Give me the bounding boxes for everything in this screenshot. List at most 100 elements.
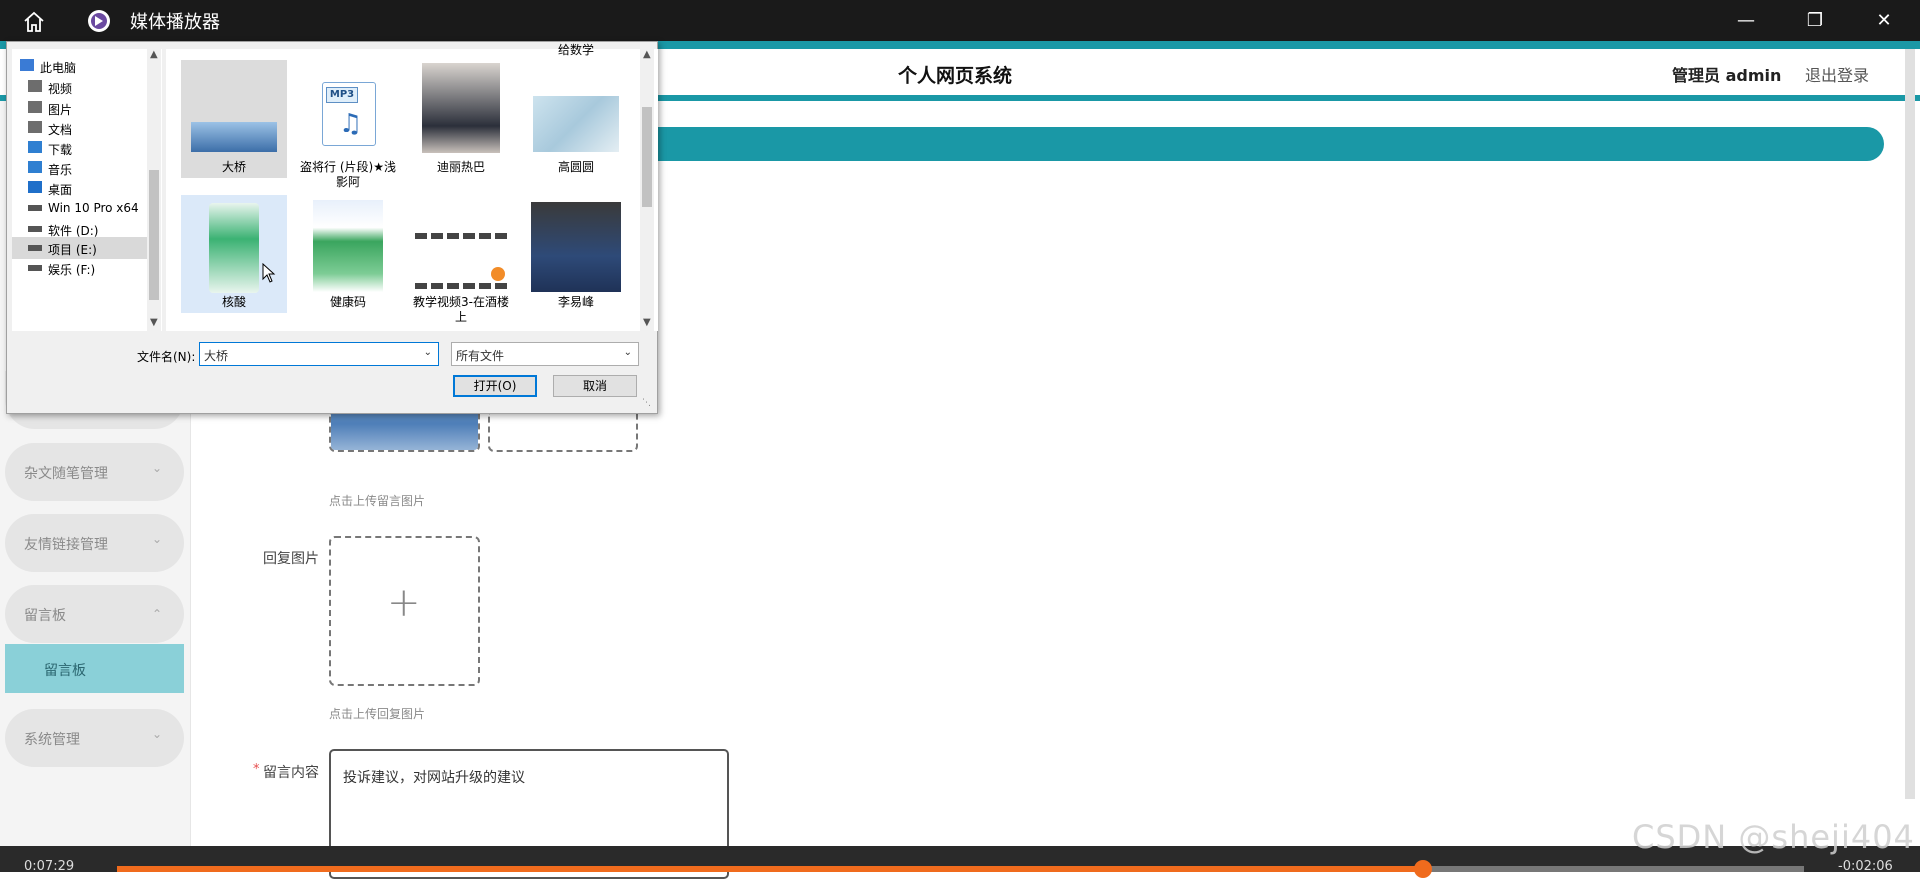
video-folder-icon bbox=[28, 80, 42, 92]
file-name: 健康码 bbox=[329, 295, 366, 309]
restore-button[interactable]: ❐ bbox=[1800, 8, 1830, 34]
close-button[interactable]: ✕ bbox=[1869, 8, 1899, 34]
filename-input[interactable]: 大桥 ⌄ bbox=[199, 342, 439, 366]
music-note-icon: ♫ bbox=[339, 109, 363, 139]
drive-icon bbox=[28, 226, 42, 232]
nav-item[interactable]: 视频 bbox=[12, 76, 152, 98]
file-name: 李易峰 bbox=[557, 295, 594, 309]
file-name: 迪丽热巴 bbox=[436, 160, 485, 174]
nav-item[interactable]: 桌面 bbox=[12, 177, 152, 199]
submenu-item-messages[interactable]: 留言板 bbox=[5, 644, 184, 693]
nav-scroll-thumb[interactable] bbox=[149, 170, 159, 300]
music-icon bbox=[28, 161, 42, 173]
nav-item[interactable]: 娱乐 (F:) bbox=[12, 257, 152, 279]
nav-item[interactable]: 项目 (E:) bbox=[12, 237, 152, 259]
files-scrollbar[interactable]: ▲ ▼ bbox=[640, 49, 654, 331]
cancel-button[interactable]: 取消 bbox=[553, 375, 637, 397]
download-icon bbox=[28, 141, 42, 153]
resize-grip-icon[interactable]: ⋱ bbox=[642, 398, 651, 408]
chevron-up-icon: ⌃ bbox=[151, 607, 162, 621]
file-name: 大桥 bbox=[221, 160, 246, 174]
file-tile-teaching-video[interactable]: 教学视频3-在酒楼上 bbox=[408, 195, 514, 330]
documents-folder-icon bbox=[28, 121, 42, 133]
file-name: 盗将行 (片段)★浅影阿 bbox=[300, 160, 396, 189]
logout-link[interactable]: 退出登录 bbox=[1805, 62, 1869, 86]
home-icon[interactable] bbox=[22, 10, 46, 34]
menu-item-system[interactable]: 系统管理 ⌄ bbox=[5, 709, 184, 767]
watermark: CSDN @sheji404 bbox=[1632, 818, 1915, 856]
filetype-select[interactable]: 所有文件 ⌄ bbox=[451, 342, 639, 366]
upload-hint: 点击上传留言图片 bbox=[329, 494, 426, 508]
scroll-up-icon[interactable]: ▲ bbox=[643, 49, 651, 60]
file-tile-bridge[interactable]: 大桥 bbox=[181, 60, 287, 178]
nav-item-label: 项目 (E:) bbox=[48, 243, 97, 257]
nav-item-label: 图片 bbox=[48, 103, 73, 117]
image-thumbnail bbox=[533, 96, 619, 152]
file-caption-partial: 给数学 bbox=[558, 43, 595, 57]
site-title: 个人网页系统 bbox=[898, 65, 1013, 87]
chevron-down-icon: ⌄ bbox=[151, 727, 162, 741]
chevron-down-icon: ⌄ bbox=[151, 532, 162, 546]
progress-played[interactable] bbox=[117, 866, 1424, 872]
nav-scrollbar[interactable]: ▲ ▼ bbox=[147, 49, 161, 331]
nav-item-label: 下载 bbox=[48, 143, 73, 157]
menu-label: 友情链接管理 bbox=[24, 537, 108, 553]
file-name: 核酸 bbox=[221, 295, 246, 309]
desktop-icon bbox=[28, 181, 42, 193]
scroll-up-icon[interactable]: ▲ bbox=[150, 49, 158, 60]
nav-item-label: 此电脑 bbox=[40, 61, 77, 75]
nav-item[interactable]: 音乐 bbox=[12, 157, 152, 179]
uploaded-image-preview[interactable] bbox=[329, 412, 480, 452]
image-thumbnail bbox=[313, 200, 383, 292]
progress-remaining[interactable] bbox=[1424, 866, 1804, 872]
progress-handle[interactable] bbox=[1414, 860, 1432, 878]
upload-reply-image-box[interactable]: + bbox=[329, 536, 480, 686]
scroll-down-icon[interactable]: ▼ bbox=[643, 317, 651, 328]
reply-image-label: 回复图片 bbox=[263, 551, 319, 567]
drive-icon bbox=[28, 245, 42, 251]
menu-item-links[interactable]: 友情链接管理 ⌄ bbox=[5, 514, 184, 572]
file-tile-nucleic-test[interactable]: 核酸 bbox=[181, 195, 287, 313]
filetype-value: 所有文件 bbox=[456, 349, 505, 363]
menu-item-essays[interactable]: 杂文随笔管理 ⌄ bbox=[5, 443, 184, 501]
drive-icon bbox=[28, 265, 42, 271]
nav-item[interactable]: 图片 bbox=[12, 97, 152, 119]
nav-item-label: Win 10 Pro x64 bbox=[48, 201, 139, 215]
menu-label: 留言板 bbox=[24, 608, 66, 624]
nav-item-label: 文档 bbox=[48, 123, 73, 137]
chevron-down-icon[interactable]: ⌄ bbox=[624, 347, 632, 358]
image-thumbnail bbox=[422, 63, 500, 153]
mp3-badge: MP3 bbox=[326, 87, 358, 103]
nav-item[interactable]: 此电脑 bbox=[12, 55, 152, 77]
menu-item-messages[interactable]: 留言板 ⌃ bbox=[5, 585, 184, 643]
nav-item-label: 桌面 bbox=[48, 183, 73, 197]
mp3-file-icon: MP3 ♫ bbox=[322, 82, 376, 146]
file-tile-song[interactable]: MP3 ♫ 盗将行 (片段)★浅影阿 bbox=[295, 60, 401, 189]
file-tile-liyifeng[interactable]: 李易峰 bbox=[523, 195, 629, 313]
player-title: 媒体播放器 bbox=[130, 12, 220, 33]
upload-hint: 点击上传回复图片 bbox=[329, 707, 426, 721]
nav-item[interactable]: 文档 bbox=[12, 117, 152, 139]
open-button[interactable]: 打开(O) bbox=[453, 375, 537, 397]
file-tile-dilireba[interactable]: 迪丽热巴 bbox=[408, 60, 514, 178]
chevron-down-icon[interactable]: ⌄ bbox=[424, 347, 432, 358]
admin-user: 管理员 admin bbox=[1672, 66, 1782, 85]
nav-item-label: 视频 bbox=[48, 82, 73, 96]
files-scroll-thumb[interactable] bbox=[642, 107, 652, 207]
file-tile-gaoyuanyuan[interactable]: 高圆圆 bbox=[523, 60, 629, 178]
filename-label: 文件名(N): bbox=[137, 350, 196, 364]
image-thumbnail bbox=[191, 122, 277, 152]
page-scrollbar[interactable] bbox=[1905, 49, 1915, 799]
upload-message-image-box[interactable] bbox=[488, 412, 638, 452]
navigation-pane[interactable]: 此电脑 视频 图片 文档 下载 音乐 桌面 Win 10 Pro x64 软件 (D:) 项目 (… bbox=[12, 49, 162, 331]
file-tile-health-code[interactable]: 健康码 bbox=[295, 195, 401, 313]
nav-item[interactable]: 下载 bbox=[12, 137, 152, 159]
nav-item-label: 娱乐 (F:) bbox=[48, 263, 96, 277]
nav-item[interactable]: Win 10 Pro x64 bbox=[12, 197, 152, 219]
pictures-folder-icon bbox=[28, 101, 42, 113]
mouse-cursor-icon bbox=[262, 263, 276, 283]
file-name: 教学视频3-在酒楼上 bbox=[413, 295, 509, 324]
scroll-down-icon[interactable]: ▼ bbox=[150, 317, 158, 328]
media-player-logo-icon bbox=[88, 10, 110, 32]
minimize-button[interactable]: — bbox=[1731, 8, 1761, 34]
